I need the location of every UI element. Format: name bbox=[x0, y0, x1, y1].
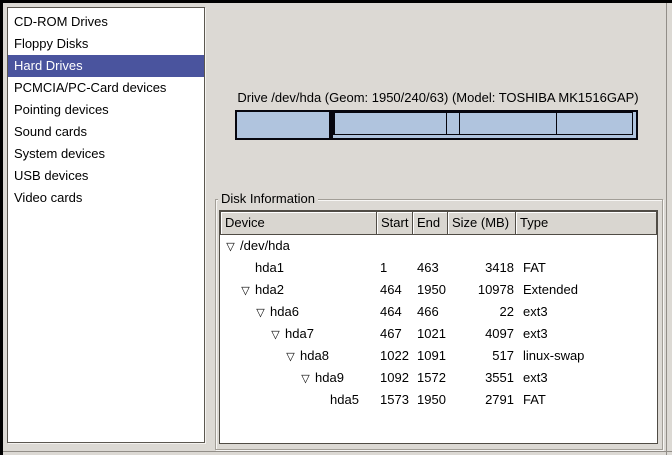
type-cell: ext3 bbox=[519, 367, 657, 389]
column-header-type[interactable]: Type bbox=[515, 211, 657, 235]
tree-indent bbox=[220, 381, 298, 382]
column-header-start[interactable]: Start bbox=[376, 211, 413, 235]
start-cell: 464 bbox=[377, 279, 414, 301]
end-cell: 1091 bbox=[414, 345, 450, 367]
tree-indent bbox=[220, 315, 253, 316]
sidebar-item-video-cards[interactable]: Video cards bbox=[8, 187, 204, 209]
sidebar-item-pcmcia-pc-card-devices[interactable]: PCMCIA/PC-Card devices bbox=[8, 77, 204, 99]
device-cell: hda1 bbox=[220, 257, 377, 279]
start-cell: 1 bbox=[377, 257, 414, 279]
size-cell: 3418 bbox=[450, 257, 519, 279]
end-cell: 1950 bbox=[414, 389, 450, 411]
end-cell bbox=[414, 235, 450, 257]
partition-table: DeviceStartEndSize (MB)Type ▽/dev/hdahda… bbox=[219, 210, 658, 444]
type-cell: ext3 bbox=[519, 301, 657, 323]
size-cell: 3551 bbox=[450, 367, 519, 389]
partition-segment-hda1 bbox=[235, 110, 331, 140]
size-cell: 2791 bbox=[450, 389, 519, 411]
expander-open-icon[interactable]: ▽ bbox=[253, 302, 268, 323]
tree-indent bbox=[220, 293, 238, 294]
partition-segment-hda5 bbox=[556, 112, 633, 135]
device-label: hda6 bbox=[268, 304, 299, 319]
sidebar-item-cd-rom-drives[interactable]: CD-ROM Drives bbox=[8, 11, 204, 33]
device-cell: ▽hda8 bbox=[220, 345, 377, 367]
end-cell: 463 bbox=[414, 257, 450, 279]
size-cell: 4097 bbox=[450, 323, 519, 345]
tree-indent bbox=[220, 403, 313, 404]
start-cell: 1022 bbox=[377, 345, 414, 367]
table-row-hda7[interactable]: ▽hda746710214097ext3 bbox=[220, 323, 657, 345]
disk-information-frame: Disk Information DeviceStartEndSize (MB)… bbox=[215, 199, 663, 450]
sidebar-item-usb-devices[interactable]: USB devices bbox=[8, 165, 204, 187]
size-cell: 22 bbox=[450, 301, 519, 323]
device-cell: ▽/dev/hda bbox=[220, 235, 377, 257]
start-cell bbox=[377, 235, 414, 257]
expander-open-icon[interactable]: ▽ bbox=[268, 324, 283, 345]
device-cell: ▽hda6 bbox=[220, 301, 377, 323]
type-cell: ext3 bbox=[519, 323, 657, 345]
device-label: /dev/hda bbox=[238, 238, 290, 253]
device-category-list: CD-ROM DrivesFloppy DisksHard DrivesPCMC… bbox=[7, 7, 205, 443]
start-cell: 464 bbox=[377, 301, 414, 323]
type-cell: linux-swap bbox=[519, 345, 657, 367]
device-label: hda2 bbox=[253, 282, 284, 297]
expander-open-icon[interactable]: ▽ bbox=[298, 368, 313, 389]
sidebar-item-hard-drives[interactable]: Hard Drives bbox=[8, 55, 204, 77]
tree-indent bbox=[220, 337, 268, 338]
type-cell bbox=[519, 235, 657, 257]
logical-partitions-container bbox=[333, 112, 636, 135]
partition-segment-hda7 bbox=[334, 112, 447, 135]
end-cell: 466 bbox=[414, 301, 450, 323]
expander-open-icon[interactable]: ▽ bbox=[283, 346, 298, 367]
device-label: hda7 bbox=[283, 326, 314, 341]
device-label: hda5 bbox=[328, 392, 359, 407]
partition-table-body: ▽/dev/hdahda114633418FAT▽hda246419501097… bbox=[220, 235, 657, 411]
start-cell: 1092 bbox=[377, 367, 414, 389]
expander-open-icon[interactable]: ▽ bbox=[223, 236, 238, 257]
column-header-end[interactable]: End bbox=[412, 211, 448, 235]
device-label: hda1 bbox=[253, 260, 284, 275]
partition-table-header: DeviceStartEndSize (MB)Type bbox=[220, 211, 657, 235]
start-cell: 467 bbox=[377, 323, 414, 345]
device-cell: hda5 bbox=[220, 389, 377, 411]
column-header-device[interactable]: Device bbox=[220, 211, 377, 235]
sidebar-item-sound-cards[interactable]: Sound cards bbox=[8, 121, 204, 143]
end-cell: 1021 bbox=[414, 323, 450, 345]
end-cell: 1950 bbox=[414, 279, 450, 301]
expander-open-icon[interactable]: ▽ bbox=[238, 280, 253, 301]
size-cell bbox=[450, 235, 519, 257]
drive-summary-label: Drive /dev/hda (Geom: 1950/240/63) (Mode… bbox=[232, 89, 644, 106]
sidebar-item-floppy-disks[interactable]: Floppy Disks bbox=[8, 33, 204, 55]
partition-bar bbox=[235, 110, 638, 140]
partition-segment-hda9 bbox=[459, 112, 557, 135]
sidebar-item-system-devices[interactable]: System devices bbox=[8, 143, 204, 165]
table-row-hda5[interactable]: hda5 157319502791FAT bbox=[220, 389, 657, 411]
start-cell: 1573 bbox=[377, 389, 414, 411]
table-row-dev-hda[interactable]: ▽/dev/hda bbox=[220, 235, 657, 257]
end-cell: 1572 bbox=[414, 367, 450, 389]
type-cell: FAT bbox=[519, 257, 657, 279]
disk-information-frame-label: Disk Information bbox=[218, 191, 318, 207]
device-cell: ▽hda9 bbox=[220, 367, 377, 389]
device-label: hda9 bbox=[313, 370, 344, 385]
table-row-hda1[interactable]: hda1 14633418FAT bbox=[220, 257, 657, 279]
column-header-size-mb[interactable]: Size (MB) bbox=[447, 211, 516, 235]
hardware-browser-window: CD-ROM DrivesFloppy DisksHard DrivesPCMC… bbox=[0, 0, 672, 455]
type-cell: Extended bbox=[519, 279, 657, 301]
table-row-hda8[interactable]: ▽hda810221091517linux-swap bbox=[220, 345, 657, 367]
size-cell: 517 bbox=[450, 345, 519, 367]
table-row-hda2[interactable]: ▽hda2464195010978Extended bbox=[220, 279, 657, 301]
tree-indent bbox=[220, 271, 238, 272]
device-cell: ▽hda2 bbox=[220, 279, 377, 301]
partition-segment-hda2-extended bbox=[331, 110, 638, 140]
device-label: hda8 bbox=[298, 348, 329, 363]
size-cell: 10978 bbox=[450, 279, 519, 301]
sidebar-item-pointing-devices[interactable]: Pointing devices bbox=[8, 99, 204, 121]
table-row-hda6[interactable]: ▽hda646446622ext3 bbox=[220, 301, 657, 323]
table-row-hda9[interactable]: ▽hda9109215723551ext3 bbox=[220, 367, 657, 389]
tree-indent bbox=[220, 359, 283, 360]
type-cell: FAT bbox=[519, 389, 657, 411]
device-cell: ▽hda7 bbox=[220, 323, 377, 345]
partition-segment-hda8 bbox=[446, 112, 460, 135]
